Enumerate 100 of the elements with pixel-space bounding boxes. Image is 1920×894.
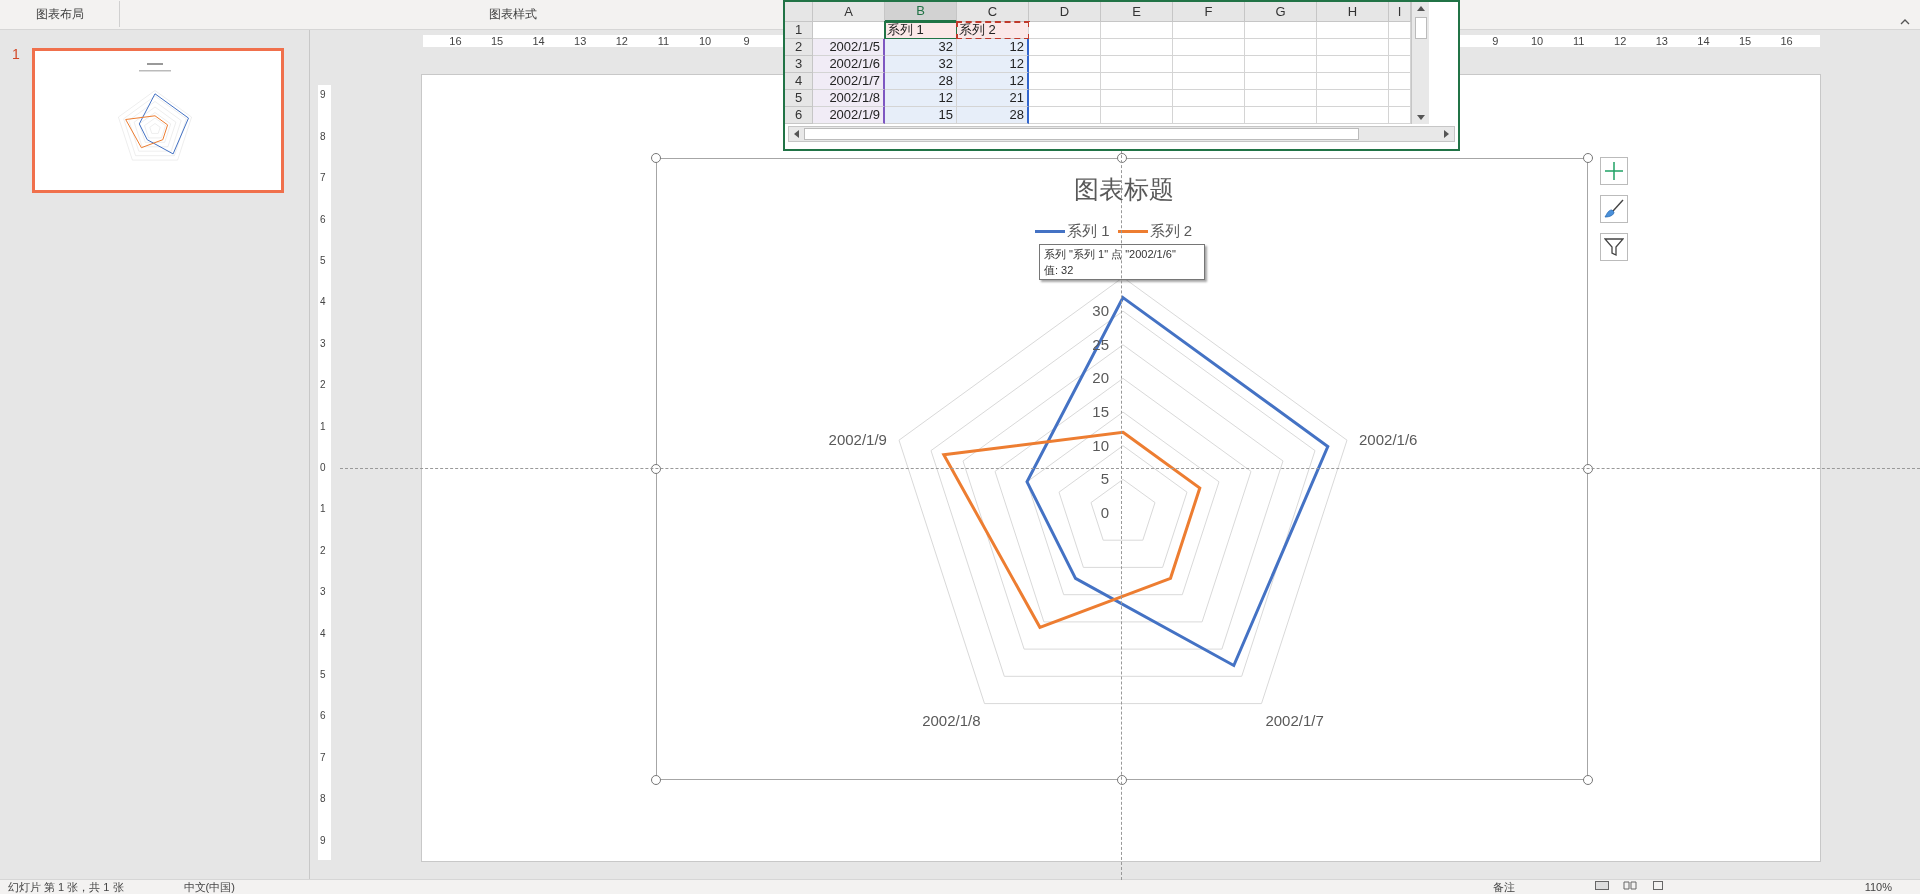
spreadsheet-cell[interactable] [1029, 22, 1101, 39]
spreadsheet-cell[interactable] [1389, 90, 1411, 107]
spreadsheet-cell[interactable]: 15 [885, 107, 957, 124]
spreadsheet-cell[interactable]: 28 [957, 107, 1029, 124]
resize-handle[interactable] [1583, 775, 1593, 785]
spreadsheet-cell[interactable] [1029, 73, 1101, 90]
spreadsheet-cell[interactable] [1101, 73, 1173, 90]
row-header[interactable]: 5 [785, 90, 813, 107]
spreadsheet-cell[interactable] [1317, 56, 1389, 73]
spreadsheet-cell[interactable] [1245, 107, 1317, 124]
spreadsheet-cell[interactable] [1173, 39, 1245, 56]
spreadsheet-cell[interactable]: 2002/1/5 [813, 39, 885, 56]
resize-handle[interactable] [651, 775, 661, 785]
normal-view-icon[interactable] [1594, 881, 1609, 890]
spreadsheet-cell[interactable] [1389, 39, 1411, 56]
column-header[interactable]: G [1245, 2, 1317, 22]
spreadsheet-cell[interactable] [813, 22, 885, 39]
spreadsheet-cell[interactable] [1317, 22, 1389, 39]
spreadsheet-cell[interactable]: 32 [885, 56, 957, 73]
column-header[interactable]: F [1173, 2, 1245, 22]
row-header[interactable]: 1 [785, 22, 813, 39]
column-header[interactable]: D [1029, 2, 1101, 22]
resize-handle[interactable] [651, 153, 661, 163]
spreadsheet-cell[interactable]: 2002/1/7 [813, 73, 885, 90]
ruler-number: 14 [532, 34, 545, 48]
spreadsheet-cell[interactable] [1029, 56, 1101, 73]
scroll-left-icon[interactable] [792, 129, 800, 139]
spreadsheet-cell[interactable] [1029, 39, 1101, 56]
spreadsheet-cell[interactable] [1173, 73, 1245, 90]
spreadsheet-cell[interactable]: 2002/1/8 [813, 90, 885, 107]
scroll-right-icon[interactable] [1443, 129, 1451, 139]
spreadsheet-cell[interactable] [1317, 39, 1389, 56]
spreadsheet-cell[interactable] [1101, 22, 1173, 39]
spreadsheet-cell[interactable] [1317, 90, 1389, 107]
reading-view-icon[interactable] [1650, 881, 1665, 890]
spreadsheet-cell[interactable] [1173, 107, 1245, 124]
spreadsheet-cell[interactable] [1389, 73, 1411, 90]
spreadsheet-cell[interactable] [1389, 56, 1411, 73]
collapse-ribbon-icon[interactable] [1900, 18, 1910, 25]
scroll-up-icon[interactable] [1415, 4, 1426, 12]
spreadsheet-cell[interactable] [1245, 73, 1317, 90]
column-header[interactable]: I [1389, 2, 1411, 22]
chart-style-button[interactable] [1600, 195, 1628, 223]
spreadsheet-cell[interactable]: 32 [885, 39, 957, 56]
spreadsheet-cell[interactable] [1245, 22, 1317, 39]
horizontal-scrollbar[interactable] [788, 126, 1455, 142]
row-header[interactable]: 6 [785, 107, 813, 124]
spreadsheet-cell[interactable]: 2002/1/9 [813, 107, 885, 124]
spreadsheet-cell[interactable] [1173, 56, 1245, 73]
spreadsheet-cell[interactable] [1101, 39, 1173, 56]
spreadsheet-cell[interactable]: 21 [957, 90, 1029, 107]
grid-view-icon[interactable] [1622, 881, 1637, 890]
select-all-corner[interactable] [785, 2, 813, 22]
notes-button[interactable]: 备注 [1492, 880, 1515, 894]
spreadsheet-cell[interactable] [1173, 22, 1245, 39]
spreadsheet-cell[interactable]: 12 [885, 90, 957, 107]
column-header[interactable]: C [957, 2, 1029, 22]
spreadsheet-cell[interactable] [1245, 56, 1317, 73]
scroll-thumb[interactable] [804, 128, 1359, 140]
resize-handle[interactable] [1117, 775, 1127, 785]
row-header[interactable]: 3 [785, 56, 813, 73]
row-header[interactable]: 2 [785, 39, 813, 56]
zoom-level[interactable]: 110% [1864, 880, 1892, 894]
column-header[interactable]: H [1317, 2, 1389, 22]
status-text: 幻灯片 第 1 张，共 1 张 [8, 880, 124, 894]
vertical-scrollbar[interactable] [1411, 2, 1429, 124]
spreadsheet-cell[interactable] [1029, 90, 1101, 107]
chart-filter-button[interactable] [1600, 233, 1628, 261]
resize-handle[interactable] [1117, 153, 1127, 163]
scroll-thumb[interactable] [1414, 17, 1427, 39]
spreadsheet-cell[interactable] [1101, 107, 1173, 124]
spreadsheet-cell[interactable] [1029, 107, 1101, 124]
spreadsheet-cell[interactable] [1173, 90, 1245, 107]
spreadsheet-cell[interactable] [1101, 56, 1173, 73]
ruler-number: 15 [490, 34, 504, 48]
column-header[interactable]: B [885, 2, 957, 22]
spreadsheet-cell[interactable] [1389, 107, 1411, 124]
resize-handle[interactable] [1583, 464, 1593, 474]
spreadsheet-cell[interactable] [1317, 73, 1389, 90]
spreadsheet-cell[interactable]: 系列 1 [885, 22, 957, 39]
column-header[interactable]: A [813, 2, 885, 22]
column-header[interactable]: E [1101, 2, 1173, 22]
spreadsheet-cell[interactable]: 28 [885, 73, 957, 90]
spreadsheet-cell[interactable] [1317, 107, 1389, 124]
spreadsheet-cell[interactable]: 12 [957, 73, 1029, 90]
spreadsheet-cell[interactable] [1389, 22, 1411, 39]
ruler-number: 13 [574, 34, 587, 48]
add-element-button[interactable] [1600, 157, 1628, 185]
group-label: 图表样式 [489, 6, 537, 23]
row-header[interactable]: 4 [785, 73, 813, 90]
scroll-down-icon[interactable] [1415, 114, 1426, 122]
spreadsheet-cell[interactable] [1245, 39, 1317, 56]
resize-handle[interactable] [651, 464, 661, 474]
spreadsheet-cell[interactable] [1101, 90, 1173, 107]
spreadsheet-cell[interactable]: 12 [957, 39, 1029, 56]
resize-handle[interactable] [1583, 153, 1593, 163]
spreadsheet-cell[interactable]: 12 [957, 56, 1029, 73]
spreadsheet-cell[interactable]: 系列 2 [957, 22, 1029, 39]
spreadsheet-cell[interactable]: 2002/1/6 [813, 56, 885, 73]
spreadsheet-cell[interactable] [1245, 90, 1317, 107]
